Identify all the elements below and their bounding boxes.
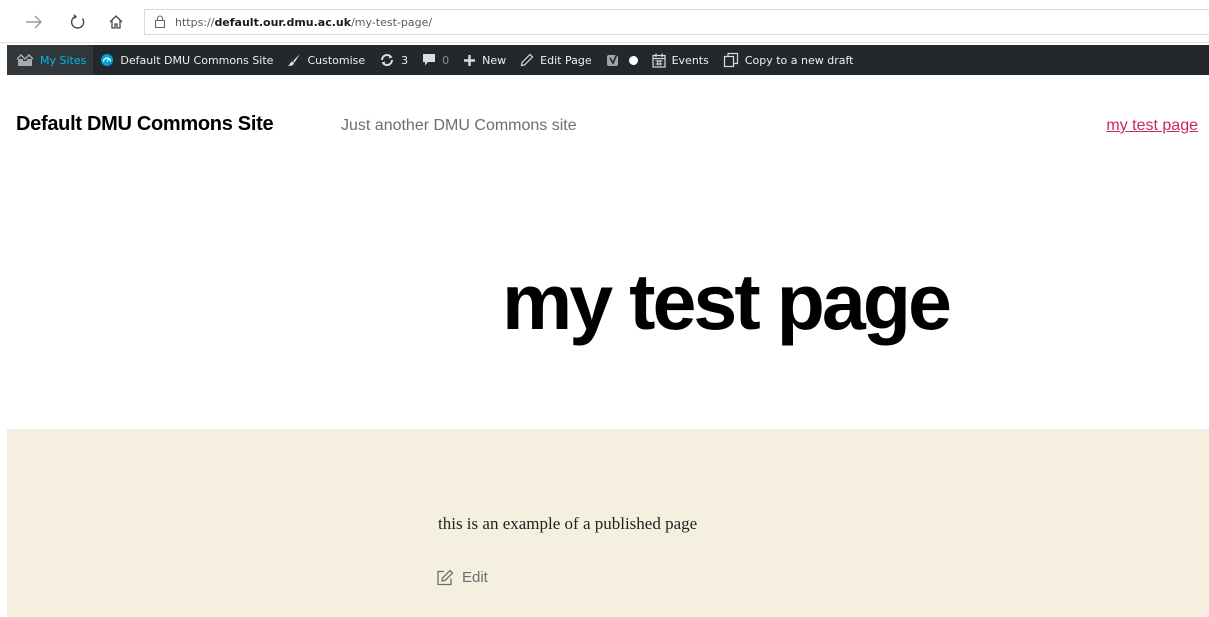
lock-icon (154, 14, 166, 32)
customise-label: Customise (307, 53, 366, 67)
admin-bar-updates[interactable]: 3 (372, 45, 415, 75)
my-sites-label: My Sites (40, 53, 87, 67)
refresh-button[interactable] (66, 10, 90, 34)
admin-bar-edit-page[interactable]: Edit Page (513, 45, 598, 75)
home-button[interactable] (104, 10, 128, 34)
admin-bar-events[interactable]: Events (645, 45, 716, 75)
edit-icon (436, 569, 454, 586)
url-path: /my-test-page/ (351, 15, 433, 29)
edit-page-label: Edit Page (540, 53, 592, 67)
site-title[interactable]: Default DMU Commons Site (16, 113, 274, 136)
forward-button[interactable] (22, 10, 46, 34)
plus-icon (463, 54, 476, 67)
home-icon (109, 15, 123, 29)
browser-toolbar: https://default.our.dmu.ac.uk/my-test-pa… (0, 0, 1209, 43)
wp-admin-bar: My Sites Default DMU Commons Site Custom… (7, 45, 1209, 75)
calendar-icon (651, 53, 666, 68)
dashboard-icon (100, 53, 114, 67)
admin-bar-copy-draft[interactable]: Copy to a new draft (716, 45, 861, 75)
paintbrush-icon (287, 53, 301, 67)
url-scheme: https:// (175, 15, 215, 29)
admin-bar-new[interactable]: New (456, 45, 513, 75)
arrow-forward-icon (26, 15, 42, 29)
yoast-icon (606, 53, 621, 68)
comments-count: 0 (442, 53, 450, 67)
updates-icon (379, 53, 395, 67)
copy-draft-label: Copy to a new draft (744, 53, 854, 67)
admin-bar-customise[interactable]: Customise (280, 45, 372, 75)
my-sites-icon (16, 53, 34, 67)
comment-icon (422, 53, 436, 67)
url-host: default.our.dmu.ac.uk (214, 15, 352, 29)
admin-bar-yoast[interactable] (599, 45, 645, 75)
site-description: Just another DMU Commons site (341, 117, 577, 134)
new-label: New (482, 53, 507, 67)
site-name-label: Default DMU Commons Site (120, 53, 274, 67)
admin-bar-my-sites[interactable]: My Sites (7, 45, 94, 75)
copy-icon (723, 52, 739, 68)
edit-label: Edit (462, 569, 488, 586)
page-title: my test page (502, 257, 952, 346)
events-label: Events (671, 53, 709, 67)
nav-link-my-test-page[interactable]: my test page (1106, 117, 1198, 135)
refresh-icon (70, 14, 85, 29)
admin-bar-comments[interactable]: 0 (415, 45, 456, 75)
seo-status-dot (628, 55, 638, 65)
admin-bar-site-name[interactable]: Default DMU Commons Site (93, 45, 280, 75)
page-content-area: this is an example of a published page E… (7, 429, 1209, 617)
pencil-icon (520, 53, 534, 67)
updates-count: 3 (401, 53, 409, 67)
edit-link[interactable]: Edit (436, 569, 488, 586)
address-bar[interactable]: https://default.our.dmu.ac.uk/my-test-pa… (144, 9, 1209, 35)
page-content-text: this is an example of a published page (438, 514, 698, 533)
